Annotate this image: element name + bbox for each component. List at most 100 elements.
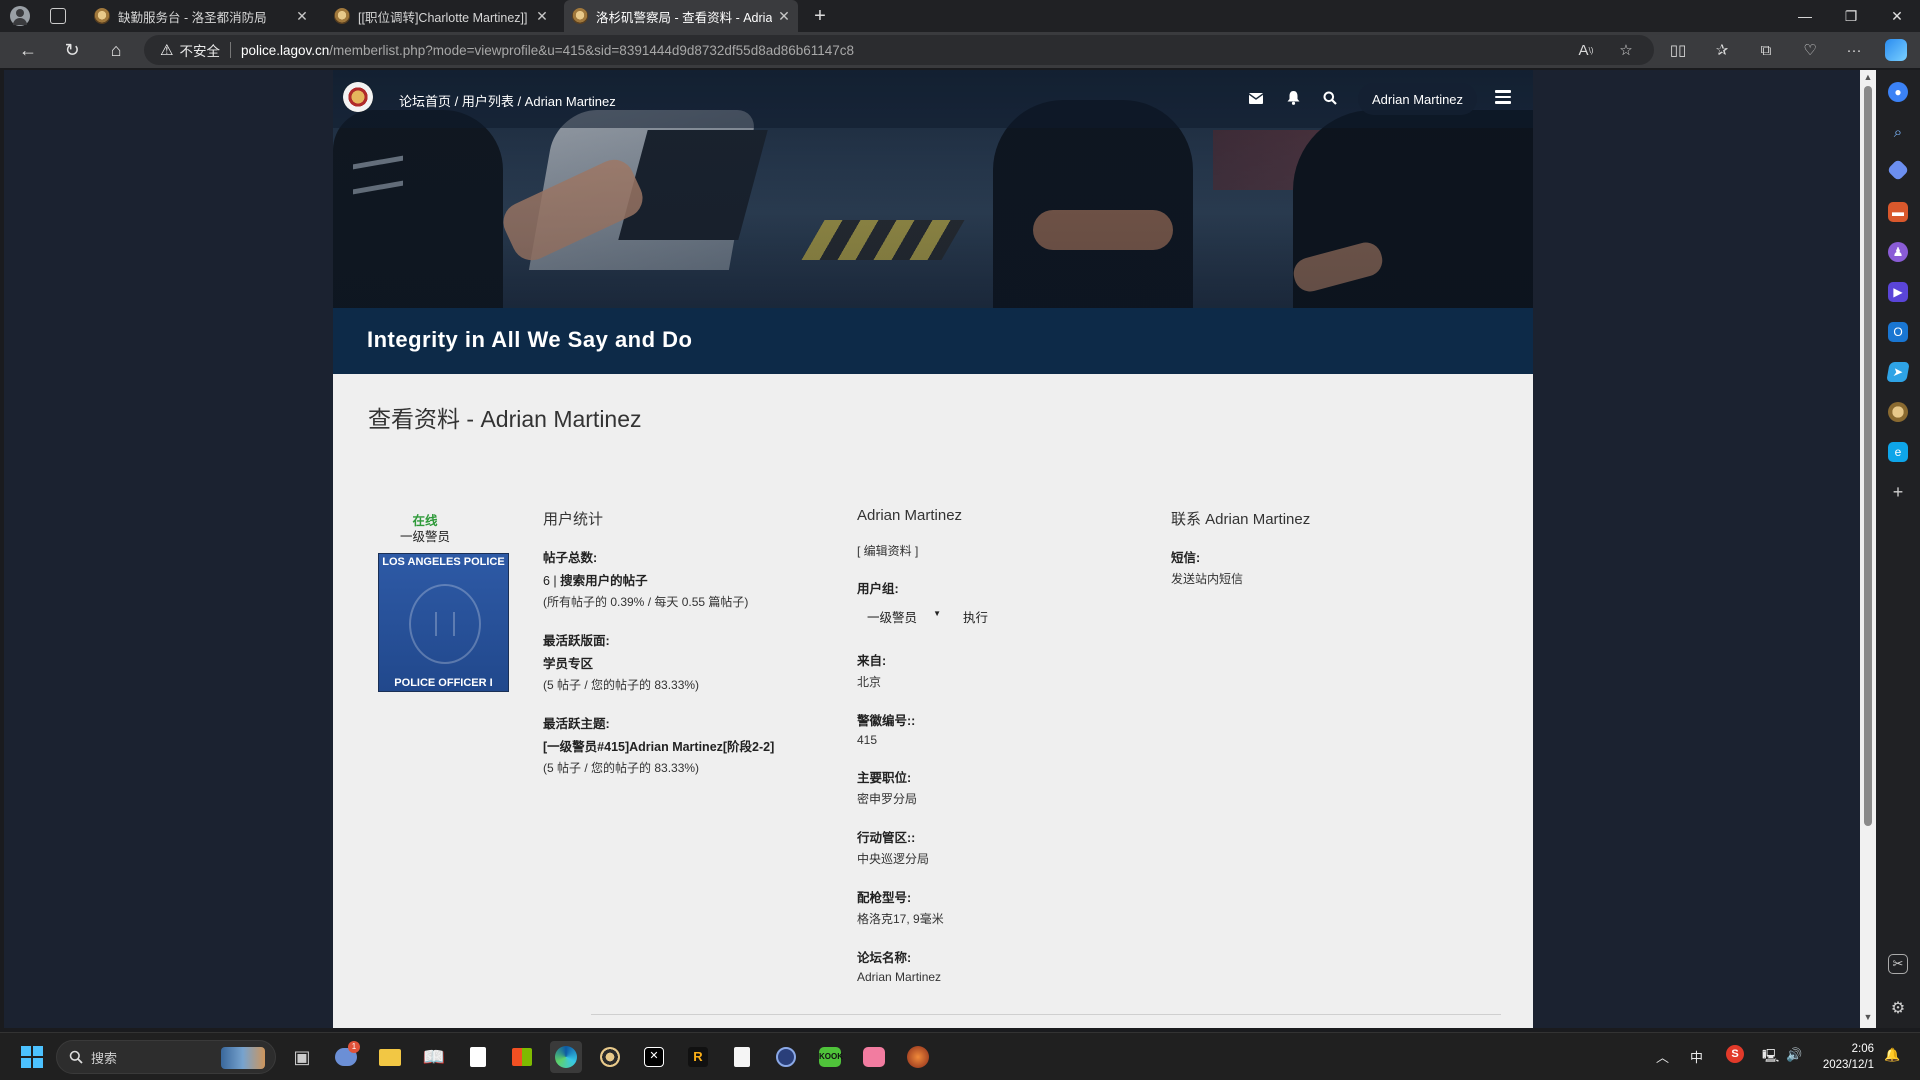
game-app-icon[interactable] bbox=[902, 1041, 934, 1073]
active-forum-detail: (5 帖子 / 您的帖子的 83.33%) bbox=[543, 678, 700, 692]
chat-app-icon[interactable]: 1 bbox=[330, 1041, 362, 1073]
close-tab-icon[interactable]: ✕ bbox=[294, 8, 310, 25]
copilot-app-icon[interactable]: ▶ bbox=[1888, 282, 1908, 302]
toolbox-icon[interactable]: ▬ bbox=[1888, 202, 1908, 222]
page-scrollbar[interactable]: ▲ ▼ bbox=[1860, 70, 1876, 1028]
lapd-logo[interactable] bbox=[343, 82, 373, 112]
start-windows-icon[interactable] bbox=[16, 1041, 48, 1073]
add-app-icon[interactable]: + bbox=[1888, 482, 1908, 502]
forum-name-label: 论坛名称: bbox=[857, 951, 912, 965]
home-button[interactable]: ⌂ bbox=[100, 34, 132, 66]
mail-icon[interactable] bbox=[1246, 88, 1266, 108]
settings-gear-icon[interactable]: ⚙ bbox=[1888, 998, 1908, 1018]
search-posts-link[interactable]: 搜索用户的帖子 bbox=[560, 574, 648, 588]
active-topic-detail: (5 帖子 / 您的帖子的 83.33%) bbox=[543, 761, 700, 775]
network-icon[interactable]: 🖳 bbox=[1762, 1047, 1779, 1069]
outlook-icon[interactable]: O bbox=[1888, 322, 1908, 342]
profile-avatar[interactable] bbox=[10, 6, 30, 26]
scroll-down-icon[interactable]: ▼ bbox=[1860, 1012, 1876, 1026]
tab-actions-icon[interactable] bbox=[50, 8, 66, 24]
ime-indicator[interactable]: 中 bbox=[1690, 1047, 1703, 1066]
games-icon[interactable]: ♟ bbox=[1888, 242, 1908, 262]
area-label: 行动管区:: bbox=[857, 831, 916, 845]
browser-essentials-icon[interactable]: ♡ bbox=[1794, 34, 1826, 66]
tab-profile-active[interactable]: 洛杉矶警察局 - 查看资料 - Adrian Martinez ✕ bbox=[564, 0, 798, 32]
search-icon[interactable]: ⌕ bbox=[1888, 122, 1908, 142]
edge-sidebar: ● ⌕ ▬ ♟ ▶ O ➤ e + ✂ ⚙ bbox=[1876, 70, 1920, 1028]
breadcrumb[interactable]: 论坛首页 / 用户列表 / Adrian Martinez bbox=[399, 91, 616, 110]
active-topic-link[interactable]: [一级警员#415]Adrian Martinez[阶段2-2] bbox=[543, 736, 803, 755]
close-window-button[interactable]: ✕ bbox=[1874, 0, 1920, 32]
restore-button[interactable]: ❐ bbox=[1828, 0, 1874, 32]
posts-count: 6 bbox=[543, 574, 550, 588]
book-app-icon[interactable]: 📖 bbox=[418, 1041, 450, 1073]
gun-label: 配枪型号: bbox=[857, 891, 912, 905]
collections-icon[interactable]: ⧉ bbox=[1750, 34, 1782, 66]
bell-icon[interactable]: ● bbox=[1888, 82, 1908, 102]
notification-bell-icon[interactable]: 🔔 bbox=[1884, 1047, 1900, 1063]
edit-profile-link[interactable]: [ 编辑资料 ] bbox=[857, 542, 1117, 559]
gun-value: 格洛克17, 9毫米 bbox=[857, 912, 944, 926]
edge-browser-icon[interactable] bbox=[550, 1041, 582, 1073]
tray-chevron-icon[interactable]: ︿ bbox=[1656, 1047, 1669, 1066]
windows-taskbar: 搜索 ▣ 1 📖 ✕ R KOOK ︿ 中 S 🖳 🔊 2:06 2023/12… bbox=[0, 1032, 1920, 1080]
rockstar-icon[interactable]: R bbox=[682, 1041, 714, 1073]
site-favicon-icon bbox=[94, 8, 110, 24]
security-label[interactable]: 不安全 bbox=[179, 40, 220, 60]
new-tab-button[interactable]: + bbox=[808, 4, 832, 28]
info-heading: Adrian Martinez bbox=[857, 507, 963, 524]
site-app-icon[interactable] bbox=[1888, 402, 1908, 422]
taskbar-search-box[interactable]: 搜索 bbox=[56, 1040, 276, 1074]
document-icon[interactable] bbox=[726, 1041, 758, 1073]
bell-icon[interactable] bbox=[1283, 88, 1303, 108]
notepad-icon[interactable] bbox=[462, 1041, 494, 1073]
send-icon[interactable]: ➤ bbox=[1886, 362, 1910, 382]
system-clock[interactable]: 2:06 2023/12/1 bbox=[1810, 1041, 1874, 1073]
posts-detail: (所有帖子的 0.39% / 每天 0.55 篇帖子) bbox=[543, 595, 749, 609]
badge-bottom-text: POLICE OFFICER I bbox=[394, 677, 493, 689]
hamburger-menu-icon[interactable] bbox=[1495, 90, 1511, 104]
user-menu-button[interactable]: Adrian Martinez bbox=[1358, 83, 1478, 115]
site-container: 论坛首页 / 用户列表 / Adrian Martinez Adrian Mar… bbox=[333, 70, 1533, 1028]
browser-tab-bar: 缺勤服务台 - 洛圣都消防局 ✕ [[职位调转]Charlotte Martin… bbox=[0, 0, 1920, 32]
steam-like-icon[interactable] bbox=[770, 1041, 802, 1073]
contact-heading: 联系 Adrian Martinez bbox=[1171, 511, 1311, 528]
kook-icon[interactable]: KOOK bbox=[814, 1041, 846, 1073]
edge-app-icon[interactable]: e bbox=[1888, 442, 1908, 462]
copilot-icon[interactable] bbox=[1880, 34, 1912, 66]
screenshot-icon[interactable]: ✂ bbox=[1888, 954, 1908, 974]
scrollbar-thumb[interactable] bbox=[1864, 86, 1872, 826]
close-tab-icon[interactable]: ✕ bbox=[778, 8, 790, 25]
back-button[interactable]: ← bbox=[12, 34, 44, 66]
store-icon[interactable] bbox=[506, 1041, 538, 1073]
favorites-icon[interactable]: ✰ bbox=[1706, 34, 1738, 66]
read-aloud-icon[interactable]: A \) bbox=[1570, 34, 1602, 66]
refresh-button[interactable]: ↻ bbox=[56, 34, 88, 66]
scroll-up-icon[interactable]: ▲ bbox=[1860, 72, 1876, 86]
shopping-tag-icon[interactable] bbox=[1886, 158, 1910, 182]
tab-fire-dept[interactable]: 缺勤服务台 - 洛圣都消防局 ✕ bbox=[86, 0, 318, 32]
capcut-icon[interactable]: ✕ bbox=[638, 1041, 670, 1073]
app-shield-icon[interactable] bbox=[594, 1041, 626, 1073]
split-screen-icon[interactable]: ▯▯ bbox=[1662, 34, 1694, 66]
active-forum-link[interactable]: 学员专区 bbox=[543, 653, 803, 672]
group-select[interactable]: 一级警员 ▼ bbox=[857, 605, 943, 627]
volume-icon[interactable]: 🔊 bbox=[1786, 1047, 1802, 1063]
group-go-button[interactable]: 执行 bbox=[963, 607, 988, 626]
main-post-label: 主要职位: bbox=[857, 771, 912, 785]
bilibili-icon[interactable] bbox=[858, 1041, 890, 1073]
sogou-icon[interactable]: S bbox=[1726, 1045, 1744, 1063]
dropdown-caret-icon: ▼ bbox=[933, 609, 941, 618]
url-field[interactable]: ⚠ 不安全 police.lagov.cn/memberlist.php?mod… bbox=[144, 35, 1654, 65]
search-icon[interactable] bbox=[1320, 88, 1340, 108]
send-pm-link[interactable]: 发送站内短信 bbox=[1171, 570, 1431, 587]
task-view-icon[interactable]: ▣ bbox=[286, 1041, 318, 1073]
minimize-button[interactable]: — bbox=[1782, 0, 1828, 32]
tab-transfer[interactable]: [[职位调转]Charlotte Martinez]] ✕ bbox=[326, 0, 558, 32]
favorite-star-icon[interactable]: ☆ bbox=[1610, 34, 1642, 66]
more-menu-icon[interactable]: ··· bbox=[1838, 34, 1870, 66]
file-explorer-icon[interactable] bbox=[374, 1041, 406, 1073]
badge-top-text: LOS ANGELES POLICE bbox=[382, 556, 505, 568]
site-slogan: Integrity in All We Say and Do bbox=[333, 308, 1533, 374]
close-tab-icon[interactable]: ✕ bbox=[534, 8, 550, 25]
